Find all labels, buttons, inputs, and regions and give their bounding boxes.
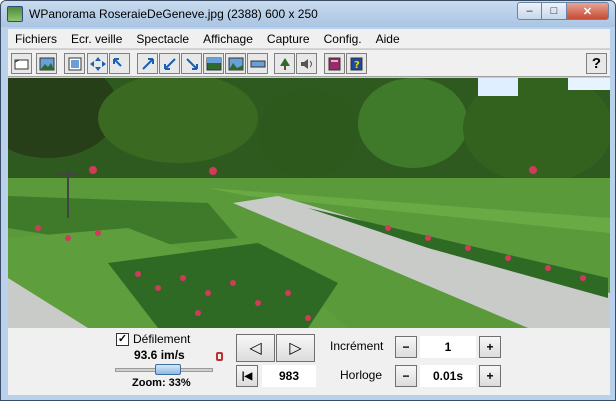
zoom-out-icon <box>112 57 122 67</box>
minus-icon: − <box>402 369 410 383</box>
landscape-button[interactable] <box>225 53 246 74</box>
fit-icon <box>206 57 221 70</box>
help-button[interactable]: ? <box>586 53 607 74</box>
zoom-out-button[interactable] <box>109 53 130 74</box>
book-icon <box>328 57 340 70</box>
right-arrow-icon: ▷ <box>289 340 302 357</box>
window-controls: – □ ✕ <box>517 2 609 20</box>
minimize-icon: – <box>526 5 533 17</box>
position-field[interactable]: 983 <box>262 365 316 387</box>
panorama-icon <box>68 57 81 70</box>
sound-icon <box>300 58 312 69</box>
increment-label: Incrément <box>330 339 384 353</box>
menu-ecr-veille[interactable]: Ecr. veille <box>64 32 129 46</box>
landscape-icon <box>228 57 243 70</box>
prev-button[interactable]: ◁ <box>236 334 275 362</box>
zoom-readout: Zoom: 33% <box>132 377 191 389</box>
left-arrow-icon: ◁ <box>249 340 262 357</box>
move-icon <box>89 56 106 71</box>
menu-spectacle[interactable]: Spectacle <box>129 32 196 46</box>
playback-controls: ✓ Défilement 93.6 im/s Zoom: 33% ◁ ▷ |◀ … <box>8 328 610 395</box>
menu-config[interactable]: Config. <box>317 32 369 46</box>
close-button[interactable]: ✕ <box>566 2 609 20</box>
speed-readout: 93.6 im/s <box>134 348 185 362</box>
strip-button[interactable] <box>247 53 268 74</box>
clock-plus-button[interactable]: + <box>479 365 501 387</box>
tree-icon <box>279 57 290 70</box>
move-button[interactable] <box>87 53 108 74</box>
skip-start-icon: |◀ <box>241 370 253 382</box>
app-window: WPanorama RoseraieDeGeneve.jpg (2388) 60… <box>0 0 616 401</box>
scroll-label[interactable]: Défilement <box>133 332 190 346</box>
zoom-slider-thumb[interactable] <box>155 364 181 375</box>
maximize-icon: □ <box>550 5 558 17</box>
scroll-checkbox[interactable]: ✓ <box>116 333 129 346</box>
menu-affichage[interactable]: Affichage <box>196 32 260 46</box>
speed-icon[interactable] <box>216 352 223 361</box>
increment-field[interactable]: 1 <box>420 336 476 358</box>
sound-button[interactable] <box>296 53 317 74</box>
close-icon: ✕ <box>582 5 593 18</box>
open-icon <box>14 59 28 69</box>
rose-garden-picture <box>8 78 610 328</box>
help-book-button[interactable]: ? <box>346 53 367 74</box>
increment-plus-button[interactable]: + <box>479 336 501 358</box>
window-title: WPanorama RoseraieDeGeneve.jpg (2388) 60… <box>29 7 318 21</box>
arrow-down-right-icon <box>185 57 198 70</box>
arrow-down-left-icon <box>163 57 176 70</box>
clock-label: Horloge <box>340 368 383 382</box>
maximize-button[interactable]: □ <box>541 2 567 20</box>
first-button[interactable]: |◀ <box>236 365 258 387</box>
title-bar[interactable]: WPanorama RoseraieDeGeneve.jpg (2388) 60… <box>1 1 615 27</box>
help-icon: ? <box>591 55 602 72</box>
help-book-icon: ? <box>350 57 362 71</box>
fit-button[interactable] <box>203 53 224 74</box>
arrow-up-right-icon <box>141 57 154 70</box>
arrow-up-right-button[interactable] <box>137 53 158 74</box>
plus-icon: + <box>486 369 494 383</box>
image-icon <box>39 57 54 70</box>
menu-fichiers[interactable]: Fichiers <box>8 32 64 46</box>
app-icon[interactable] <box>7 6 23 22</box>
strip-icon <box>250 60 265 67</box>
toolbar: ? ? <box>8 50 610 77</box>
minimize-button[interactable]: – <box>517 2 542 20</box>
menu-bar: Fichiers Ecr. veille Spectacle Affichage… <box>8 29 610 49</box>
image-button[interactable] <box>36 53 57 74</box>
arrow-down-right-button[interactable] <box>181 53 202 74</box>
plus-icon: + <box>486 340 494 354</box>
arrow-down-left-button[interactable] <box>159 53 180 74</box>
minus-icon: − <box>402 340 410 354</box>
clock-minus-button[interactable]: − <box>395 365 417 387</box>
increment-minus-button[interactable]: − <box>395 336 417 358</box>
menu-aide[interactable]: Aide <box>369 32 407 46</box>
tree-button[interactable] <box>274 53 295 74</box>
next-button[interactable]: ▷ <box>276 334 315 362</box>
svg-text:?: ? <box>354 60 360 71</box>
menu-capture[interactable]: Capture <box>260 32 317 46</box>
panorama-image[interactable] <box>8 78 610 328</box>
open-button[interactable] <box>11 53 32 74</box>
book-button[interactable] <box>324 53 345 74</box>
panorama-button[interactable] <box>64 53 85 74</box>
clock-field[interactable]: 0.01s <box>420 365 476 387</box>
